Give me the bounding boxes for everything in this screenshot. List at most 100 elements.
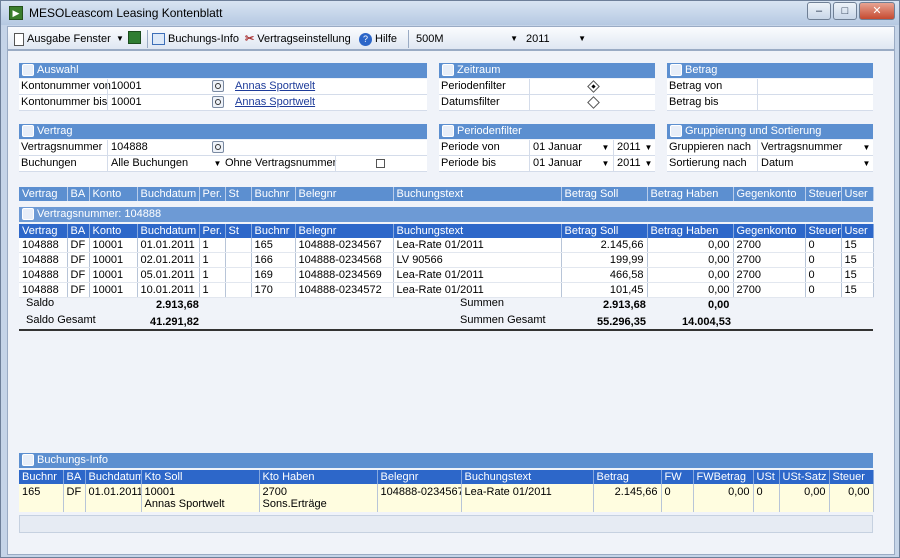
konto-von-field[interactable]: 10001 xyxy=(107,79,211,94)
column-header[interactable]: USt-Satz xyxy=(779,470,830,484)
column-header[interactable]: Kto Haben xyxy=(259,470,378,484)
column-header[interactable]: Buchdatum xyxy=(137,224,200,238)
betrag-bis-field[interactable] xyxy=(757,95,873,110)
column-header[interactable]: Buchdatum xyxy=(137,187,200,201)
column-header[interactable]: Kto Soll xyxy=(141,470,260,484)
search-icon[interactable] xyxy=(212,96,224,108)
column-header[interactable]: FWBetrag xyxy=(693,470,754,484)
close-button[interactable]: ✕ xyxy=(859,2,895,20)
column-header[interactable]: BA xyxy=(67,224,90,238)
column-header[interactable]: Per. xyxy=(199,187,226,201)
buchungs-info-button[interactable]: Buchungs-Info xyxy=(152,31,239,47)
folder-icon xyxy=(22,64,34,76)
chevron-down-icon[interactable]: ▼ xyxy=(861,141,872,154)
table-row[interactable]: 104888 DF 10001 10.01.2011 1 170 104888-023457… xyxy=(19,282,874,298)
column-header[interactable]: St xyxy=(225,224,252,238)
chevron-down-icon[interactable]: ▼ xyxy=(600,157,611,170)
chevron-down-icon[interactable]: ▼ xyxy=(861,157,872,170)
chevron-down-icon[interactable]: ▼ xyxy=(212,157,223,170)
column-header[interactable]: Betrag Soll xyxy=(561,224,648,238)
column-header[interactable]: Vertrag xyxy=(19,187,68,201)
konto-bis-field[interactable]: 10001 xyxy=(107,95,211,110)
table-row[interactable]: 104888 DF 10001 02.01.2011 1 166 104888-023456… xyxy=(19,252,874,268)
summen-gesamt-soll-value: 55.296,35 xyxy=(597,316,646,328)
hilfe-label: Hilfe xyxy=(375,33,398,45)
jahr-select[interactable]: 2011 ▼ xyxy=(522,30,588,48)
panel-title: Zeitraum xyxy=(457,64,501,76)
column-header[interactable]: Belegnr xyxy=(295,187,394,201)
betrag-von-field[interactable] xyxy=(757,79,873,94)
saldo-gesamt-value: 41.291,82 xyxy=(150,316,199,328)
column-header[interactable]: Konto xyxy=(89,187,138,201)
column-header[interactable]: Vertrag xyxy=(19,224,68,238)
group-header[interactable]: Vertragsnummer: 104888 xyxy=(19,207,873,222)
sortierung-select[interactable]: Datum xyxy=(757,156,873,171)
periode-von-monat-select[interactable]: 01 Januar xyxy=(529,140,611,155)
table-cell: DF xyxy=(67,238,90,253)
periodenfilter-row: Periodenfilter xyxy=(439,79,655,95)
export-icon[interactable] xyxy=(128,31,141,47)
column-header[interactable]: USt xyxy=(753,470,780,484)
search-icon[interactable] xyxy=(212,141,224,153)
column-header[interactable]: User xyxy=(841,187,874,201)
column-header[interactable]: Steuer xyxy=(829,470,874,484)
column-header[interactable]: Buchungstext xyxy=(393,187,562,201)
maximize-button[interactable]: □ xyxy=(833,2,857,20)
column-header[interactable]: Steuer xyxy=(805,224,842,238)
chevron-down-icon[interactable]: ▼ xyxy=(643,157,654,170)
column-header[interactable]: BA xyxy=(67,187,90,201)
column-header[interactable]: Buchungstext xyxy=(461,470,594,484)
ohne-vertragsnummer-checkbox[interactable] xyxy=(376,159,385,168)
column-header[interactable]: BA xyxy=(63,470,86,484)
gruppieren-select[interactable]: Vertragsnummer xyxy=(757,140,873,155)
table-cell: 05.01.2011 xyxy=(137,267,200,283)
column-header[interactable]: Buchungstext xyxy=(393,224,562,238)
bi-ba: DF xyxy=(63,484,86,512)
column-header[interactable]: Gegenkonto xyxy=(733,224,806,238)
column-header[interactable]: Betrag Haben xyxy=(647,224,734,238)
column-header[interactable]: Belegnr xyxy=(295,224,394,238)
vertragsnummer-field[interactable]: 104888 xyxy=(107,140,211,155)
column-header[interactable]: Betrag xyxy=(593,470,662,484)
periode-bis-monat-select[interactable]: 01 Januar xyxy=(529,156,611,171)
column-header[interactable]: User xyxy=(841,224,874,238)
column-header[interactable]: Buchnr xyxy=(251,224,296,238)
ausgabe-dropdown-icon[interactable]: ▼ xyxy=(116,31,124,47)
field-label: Betrag bis xyxy=(669,96,719,108)
column-header[interactable]: Betrag Soll xyxy=(561,187,648,201)
column-header[interactable]: Betrag Haben xyxy=(647,187,734,201)
collapse-icon[interactable] xyxy=(22,208,34,220)
ausgabe-button[interactable]: Ausgabe Fenster xyxy=(14,31,111,47)
minimize-button[interactable]: – xyxy=(807,2,831,20)
hilfe-button[interactable]: ? Hilfe xyxy=(359,31,397,47)
saldo-value: 2.913,68 xyxy=(156,299,199,311)
panel-title: Auswahl xyxy=(37,64,79,76)
buchungsinfo-row[interactable]: 165 DF 01.01.2011 10001 Annas Sportwelt 2… xyxy=(19,484,874,512)
app-window: ▶ MESOLeascom Leasing Kontenblatt – □ ✕ … xyxy=(0,0,900,558)
column-header[interactable]: Buchdatum xyxy=(85,470,142,484)
column-header[interactable]: Gegenkonto xyxy=(733,187,806,201)
column-header[interactable]: Belegnr xyxy=(377,470,462,484)
mandant-select[interactable]: 500M ▼ xyxy=(412,30,520,48)
chevron-down-icon[interactable]: ▼ xyxy=(643,141,654,154)
column-header[interactable]: Buchnr xyxy=(19,470,64,484)
column-header[interactable]: St xyxy=(225,187,252,201)
datumsfilter-row: Datumsfilter xyxy=(439,95,655,111)
table-cell: 104888-0234568 xyxy=(295,252,394,268)
column-header[interactable]: Steuer xyxy=(805,187,842,201)
table-row[interactable]: 104888 DF 10001 05.01.2011 1 169 104888-023456… xyxy=(19,267,874,283)
column-header[interactable]: Buchnr xyxy=(251,187,296,201)
buchungen-select[interactable]: Alle Buchungen xyxy=(107,156,223,171)
konto-bis-name-link[interactable]: Annas Sportwelt xyxy=(235,96,315,108)
table-cell: 101,45 xyxy=(561,282,648,298)
column-header[interactable]: FW xyxy=(661,470,694,484)
table-cell: 0 xyxy=(805,267,842,283)
calendar-icon xyxy=(442,125,454,137)
column-header[interactable]: Konto xyxy=(89,224,138,238)
vertragseinstellung-button[interactable]: ✂ Vertragseinstellung xyxy=(245,31,351,47)
chevron-down-icon[interactable]: ▼ xyxy=(600,141,611,154)
column-header[interactable]: Per. xyxy=(199,224,226,238)
table-row[interactable]: 104888 DF 10001 01.01.2011 1 165 104888-023456… xyxy=(19,238,874,253)
konto-von-name-link[interactable]: Annas Sportwelt xyxy=(235,80,315,92)
search-icon[interactable] xyxy=(212,80,224,92)
